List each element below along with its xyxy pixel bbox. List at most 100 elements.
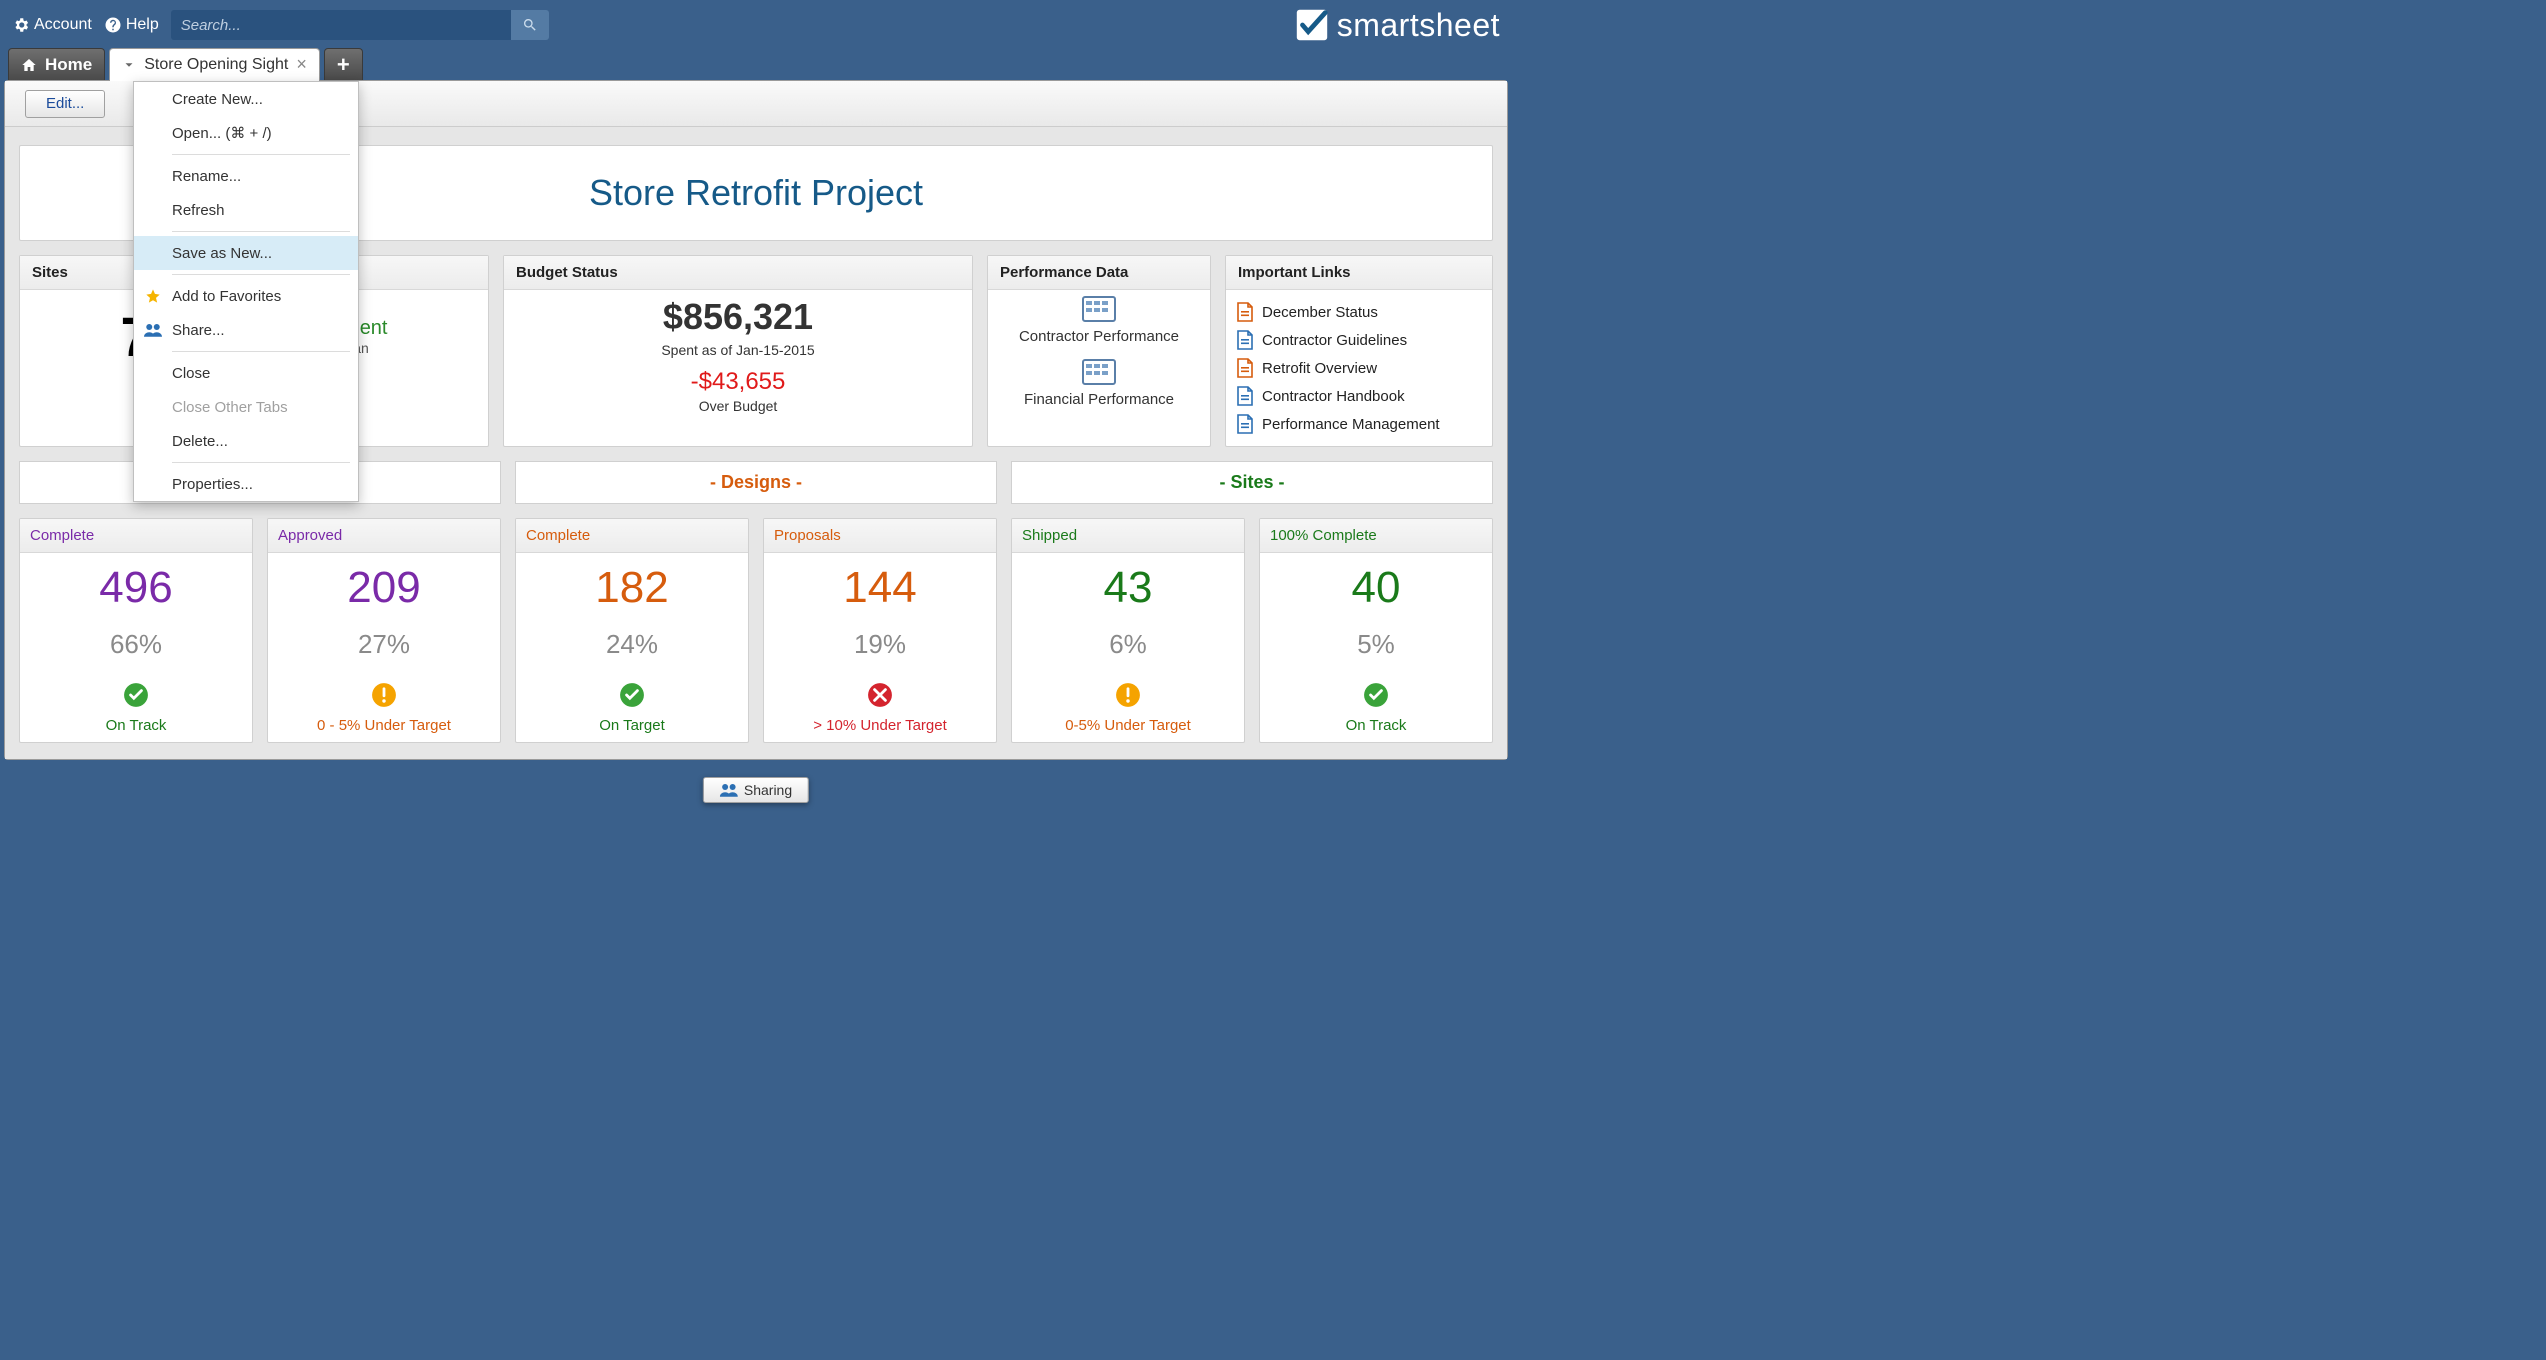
metric-card: Complete 182 24% On Target <box>515 518 749 743</box>
tab-context-menu: Create New... Open... (⌘ + /) Rename... … <box>133 81 359 502</box>
sharing-button[interactable]: Sharing <box>703 777 809 803</box>
menu-delete[interactable]: Delete... <box>134 424 358 458</box>
tab-home[interactable]: Home <box>8 48 105 80</box>
metric-value: 43 <box>1018 563 1238 613</box>
metric-value: 496 <box>26 563 246 613</box>
metric-value: 182 <box>522 563 742 613</box>
menu-separator <box>172 274 350 275</box>
metric-card: 100% Complete 40 5% On Track <box>1259 518 1493 743</box>
topbar: Account Help smartsheet <box>4 4 1508 46</box>
word-doc-icon <box>1236 330 1254 350</box>
menu-close[interactable]: Close <box>134 356 358 390</box>
menu-separator <box>172 154 350 155</box>
tab-home-label: Home <box>45 55 92 75</box>
menu-rename[interactable]: Rename... <box>134 159 358 193</box>
menu-save-as-new[interactable]: Save as New... <box>134 236 358 270</box>
link-label: Retrofit Overview <box>1262 360 1377 377</box>
menu-close-other: Close Other Tabs <box>134 390 358 424</box>
menu-open[interactable]: Open... (⌘ + /) <box>134 116 358 150</box>
link-item[interactable]: Contractor Guidelines <box>1236 326 1482 354</box>
metric-status-text: 0-5% Under Target <box>1018 717 1238 734</box>
warning-circle-icon <box>1115 682 1141 708</box>
metric-card: Approved 209 27% 0 - 5% Under Target <box>267 518 501 743</box>
metric-pct: 6% <box>1018 629 1238 660</box>
link-item[interactable]: Retrofit Overview <box>1236 354 1482 382</box>
metric-value: 40 <box>1266 563 1486 613</box>
brand-text: smartsheet <box>1337 7 1500 44</box>
link-item[interactable]: Performance Management <box>1236 410 1482 438</box>
metric-title: Proposals <box>764 519 996 553</box>
dashboard-icon <box>1082 296 1116 322</box>
link-label: December Status <box>1262 304 1378 321</box>
budget-header: Budget Status <box>504 256 972 290</box>
search-input[interactable] <box>171 10 511 40</box>
menu-add-favorites[interactable]: Add to Favorites <box>134 279 358 313</box>
metric-status-text: On Track <box>1266 717 1486 734</box>
account-link[interactable]: Account <box>12 16 92 34</box>
close-tab-icon[interactable]: × <box>296 54 307 75</box>
metric-card: Proposals 144 19% > 10% Under Target <box>763 518 997 743</box>
metric-pct: 19% <box>770 629 990 660</box>
links-header: Important Links <box>1226 256 1492 290</box>
dashboard-icon <box>1082 359 1116 385</box>
link-label: Contractor Guidelines <box>1262 332 1407 349</box>
budget-asof: Spent as of Jan-15-2015 <box>516 342 960 358</box>
metric-title: Complete <box>20 519 252 553</box>
home-icon <box>21 57 37 73</box>
perf-financial-link[interactable]: Financial Performance <box>996 391 1202 408</box>
word-doc-icon <box>1236 414 1254 434</box>
budget-over: Over Budget <box>516 398 960 414</box>
metric-status-text: 0 - 5% Under Target <box>274 717 494 734</box>
menu-share[interactable]: Share... <box>134 313 358 347</box>
metric-title: Shipped <box>1012 519 1244 553</box>
budget-panel: Budget Status $856,321 Spent as of Jan-1… <box>503 255 973 447</box>
tab-add[interactable]: + <box>324 48 363 80</box>
section-designs: - Designs - <box>515 461 997 504</box>
metric-pct: 27% <box>274 629 494 660</box>
links-panel: Important Links December Status Contract… <box>1225 255 1493 447</box>
search-box <box>171 10 549 40</box>
budget-delta: -$43,655 <box>516 368 960 396</box>
check-circle-icon <box>1363 682 1389 708</box>
edit-button[interactable]: Edit... <box>25 90 105 118</box>
link-label: Contractor Handbook <box>1262 388 1405 405</box>
metric-title: 100% Complete <box>1260 519 1492 553</box>
help-icon <box>104 16 122 34</box>
people-icon <box>720 783 738 797</box>
metric-card: Complete 496 66% On Track <box>19 518 253 743</box>
plus-icon: + <box>337 52 350 78</box>
tab-active[interactable]: Store Opening Sight × <box>109 48 320 80</box>
metric-status-text: > 10% Under Target <box>770 717 990 734</box>
people-icon <box>134 322 172 338</box>
star-icon <box>134 288 172 304</box>
chevron-down-icon[interactable] <box>122 58 136 72</box>
performance-panel: Performance Data Contractor Performance … <box>987 255 1211 447</box>
section-sites: - Sites - <box>1011 461 1493 504</box>
menu-create-new[interactable]: Create New... <box>134 82 358 116</box>
workspace: Edit... Create New... Open... (⌘ + /) Re… <box>4 80 1508 760</box>
menu-refresh[interactable]: Refresh <box>134 193 358 227</box>
perf-header: Performance Data <box>988 256 1210 290</box>
ppt-doc-icon <box>1236 302 1254 322</box>
sharing-label: Sharing <box>744 782 792 798</box>
error-circle-icon <box>867 682 893 708</box>
link-item[interactable]: Contractor Handbook <box>1236 382 1482 410</box>
search-button[interactable] <box>511 10 549 40</box>
metric-title: Approved <box>268 519 500 553</box>
metric-pct: 66% <box>26 629 246 660</box>
metric-pct: 5% <box>1266 629 1486 660</box>
menu-properties[interactable]: Properties... <box>134 467 358 501</box>
budget-spent: $856,321 <box>516 296 960 338</box>
brand-logo-icon <box>1293 6 1331 44</box>
link-label: Performance Management <box>1262 416 1440 433</box>
perf-contractor-link[interactable]: Contractor Performance <box>996 328 1202 345</box>
metric-status-text: On Track <box>26 717 246 734</box>
gear-icon <box>12 16 30 34</box>
help-link[interactable]: Help <box>104 16 159 34</box>
warning-circle-icon <box>371 682 397 708</box>
metric-card: Shipped 43 6% 0-5% Under Target <box>1011 518 1245 743</box>
metric-value: 144 <box>770 563 990 613</box>
menu-separator <box>172 351 350 352</box>
link-item[interactable]: December Status <box>1236 298 1482 326</box>
metric-value: 209 <box>274 563 494 613</box>
